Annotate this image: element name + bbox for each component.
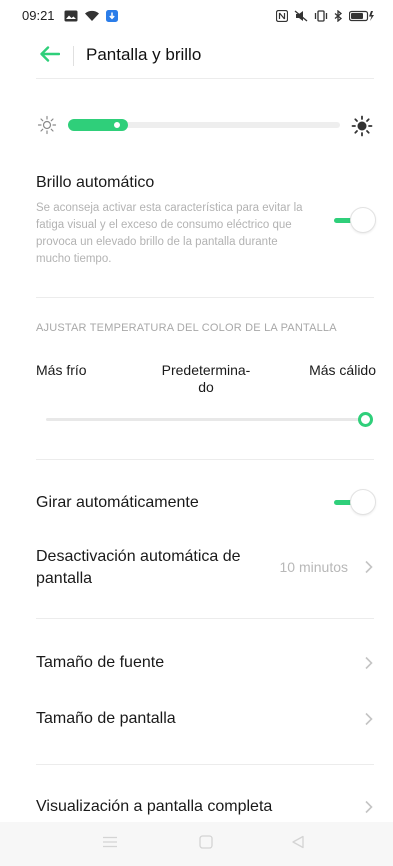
navigation-bar xyxy=(0,822,393,866)
color-temperature-section-title: AJUSTAR TEMPERATURA DEL COLOR DE LA PANT… xyxy=(36,322,337,334)
chevron-right-icon xyxy=(364,560,374,574)
auto-brightness-toggle[interactable] xyxy=(334,207,376,233)
section-divider xyxy=(36,764,374,765)
auto-brightness-description: Se aconseja activar esta característica … xyxy=(36,202,303,265)
back-nav-button[interactable] xyxy=(286,834,310,854)
back-icon xyxy=(291,835,305,854)
screen-timeout-row[interactable]: Desactivación automática de pantalla 10 … xyxy=(36,546,376,596)
display-size-label: Tamaño de pantalla xyxy=(36,710,176,727)
section-divider xyxy=(36,459,374,460)
temp-cold-label: Más frío xyxy=(36,362,87,378)
nfc-icon xyxy=(275,9,289,27)
section-divider xyxy=(36,297,374,298)
vibrate-icon xyxy=(314,9,328,27)
section-divider xyxy=(36,618,374,619)
status-right-icons xyxy=(275,9,375,27)
status-bar: 09:21 xyxy=(0,0,393,32)
menu-button[interactable] xyxy=(98,834,122,854)
auto-brightness-block: Brillo automático Se aconseja activar es… xyxy=(36,174,336,268)
auto-rotate-toggle[interactable] xyxy=(334,489,376,515)
auto-rotate-label: Girar automáticamente xyxy=(36,494,199,511)
brightness-slider-row xyxy=(0,112,393,140)
chevron-right-icon xyxy=(364,800,374,814)
status-left-icons xyxy=(64,9,118,27)
color-temperature-labels: Más frío Predetermina-do Más cálido xyxy=(36,362,376,402)
bluetooth-icon xyxy=(334,9,343,27)
battery-icon xyxy=(348,9,375,27)
brightness-slider-handle[interactable] xyxy=(111,120,122,130)
header-divider xyxy=(73,46,74,66)
display-size-row[interactable]: Tamaño de pantalla xyxy=(36,708,376,730)
wifi-icon xyxy=(84,9,100,27)
app-header: Pantalla y brillo xyxy=(0,36,393,76)
toggle-knob xyxy=(350,207,376,233)
screen-timeout-label: Desactivación automática de pantalla xyxy=(36,548,241,587)
sun-outline-icon xyxy=(37,115,57,140)
font-size-row[interactable]: Tamaño de fuente xyxy=(36,652,376,674)
back-button[interactable] xyxy=(36,42,64,70)
arrow-left-icon xyxy=(40,45,61,67)
auto-rotate-row[interactable]: Girar automáticamente xyxy=(36,492,376,514)
home-button[interactable] xyxy=(194,834,218,854)
color-temperature-slider-handle[interactable] xyxy=(357,412,373,427)
toggle-knob xyxy=(350,489,376,515)
font-size-label: Tamaño de fuente xyxy=(36,654,165,671)
screen-timeout-value: 10 minutos xyxy=(279,559,348,575)
color-temperature-slider-track[interactable] xyxy=(46,418,368,421)
auto-brightness-title: Brillo automático xyxy=(36,174,155,191)
temp-warm-label: Más cálido xyxy=(309,362,376,378)
chevron-right-icon xyxy=(364,712,374,726)
menu-icon xyxy=(102,835,118,853)
app-notification-icon xyxy=(106,9,118,27)
chevron-right-icon xyxy=(364,656,374,670)
image-icon xyxy=(64,9,78,27)
sun-filled-icon xyxy=(351,115,373,142)
mute-icon xyxy=(294,9,308,27)
page-title: Pantalla y brillo xyxy=(86,45,202,64)
fullscreen-row[interactable]: Visualización a pantalla completa xyxy=(36,796,376,818)
temp-default-label: Predetermina-do xyxy=(161,362,251,395)
header-divider-line xyxy=(36,78,374,79)
status-time: 09:21 xyxy=(22,8,55,23)
home-icon xyxy=(199,834,213,854)
fullscreen-label: Visualización a pantalla completa xyxy=(36,798,273,815)
